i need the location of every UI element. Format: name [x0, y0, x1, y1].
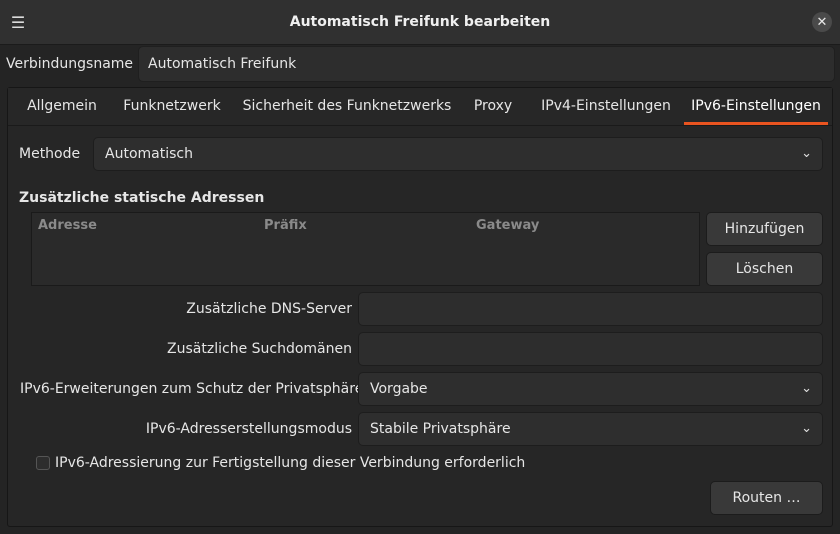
dns-servers-input[interactable]: [358, 292, 823, 326]
tab-ipv6[interactable]: IPv6-Einstellungen: [684, 88, 828, 125]
address-generation-label: IPv6-Adresserstellungsmodus: [145, 421, 352, 437]
delete-address-button[interactable]: Löschen: [706, 252, 823, 286]
window-title: Automatisch Freifunk bearbeiten: [289, 14, 551, 30]
ipv6-required-checkbox[interactable]: [36, 456, 50, 470]
close-icon[interactable]: ✕: [812, 12, 832, 32]
method-dropdown[interactable]: Automatisch ⌄: [93, 137, 823, 171]
tab-sicherheit[interactable]: Sicherheit des Funknetzwerks: [236, 88, 458, 125]
column-header-address[interactable]: Adresse: [38, 217, 97, 235]
privacy-extensions-value: Vorgabe: [370, 381, 428, 397]
tab-allgemein[interactable]: Allgemein: [15, 88, 109, 125]
add-address-button[interactable]: Hinzufügen: [706, 212, 823, 246]
method-value: Automatisch: [105, 146, 193, 162]
tab-bar: Allgemein Funknetzwerk Sicherheit des Fu…: [8, 88, 832, 126]
privacy-extensions-dropdown[interactable]: Vorgabe ⌄: [358, 372, 823, 406]
method-label: Methode: [19, 146, 81, 162]
title-bar: ☰ Automatisch Freifunk bearbeiten ✕: [0, 0, 840, 45]
search-domains-label: Zusätzliche Suchdomänen: [167, 341, 352, 357]
column-header-prefix[interactable]: Präfix: [264, 217, 307, 235]
privacy-extensions-label: IPv6-Erweiterungen zum Schutz der Privat…: [20, 381, 364, 397]
tab-proxy[interactable]: Proxy: [465, 88, 521, 125]
ipv6-required-label[interactable]: IPv6-Adressierung zur Fertigstellung die…: [55, 454, 525, 472]
chevron-down-icon: ⌄: [801, 421, 812, 436]
routes-button[interactable]: Routen …: [710, 481, 823, 515]
address-generation-value: Stabile Privatsphäre: [370, 421, 511, 437]
connection-name-field[interactable]: Automatisch Freifunk: [138, 46, 835, 82]
static-addresses-title: Zusätzliche statische Adressen: [19, 190, 265, 206]
tab-funknetzwerk[interactable]: Funknetzwerk: [117, 88, 227, 125]
tab-ipv4[interactable]: IPv4-Einstellungen: [532, 88, 680, 125]
search-domains-input[interactable]: [358, 332, 823, 366]
column-header-gateway[interactable]: Gateway: [476, 217, 539, 235]
chevron-down-icon: ⌄: [801, 146, 812, 161]
connection-name-label: Verbindungsname: [6, 56, 134, 72]
address-table[interactable]: Adresse Präfix Gateway: [31, 212, 700, 286]
chevron-down-icon: ⌄: [801, 381, 812, 396]
address-generation-dropdown[interactable]: Stabile Privatsphäre ⌄: [358, 412, 823, 446]
dns-servers-label: Zusätzliche DNS-Server: [186, 301, 352, 317]
